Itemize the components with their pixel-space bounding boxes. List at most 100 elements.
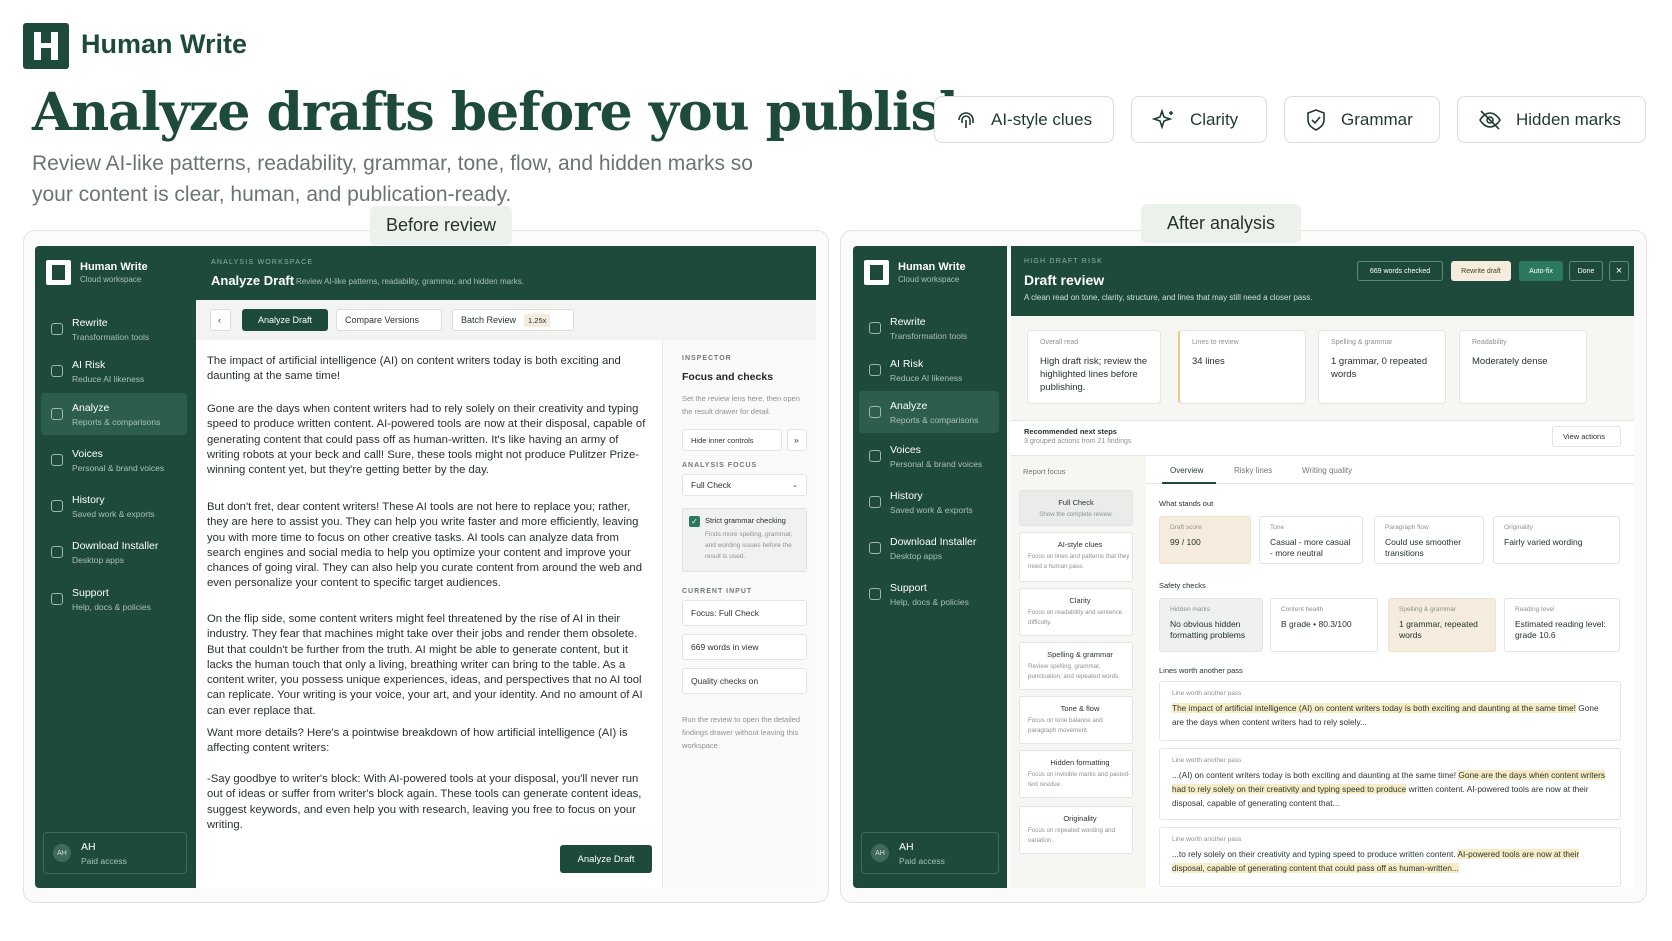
editor[interactable]: The impact of artificial intelligence (A… xyxy=(196,340,663,888)
safety-card: Content health B grade • 80.3/100 xyxy=(1270,598,1378,652)
headline: Analyze drafts before you publish xyxy=(32,82,977,143)
fingerprint-icon xyxy=(958,111,974,128)
stand-value: Could use smoother transitions xyxy=(1385,537,1462,558)
sidebar-item-history[interactable]: History Saved work & exports xyxy=(859,481,999,523)
summary-strip: Overall read High draft risk; review the … xyxy=(1011,316,1634,420)
app-logo xyxy=(864,260,889,285)
words-checked-badge: 669 words checked xyxy=(1357,261,1443,281)
summary-label: Readability xyxy=(1472,339,1507,346)
inspector-label: INSPECTOR xyxy=(682,355,732,362)
sidebar-item-rewrite[interactable]: Rewrite Transformation tools xyxy=(859,307,999,349)
tab-writing-quality[interactable]: Writing quality xyxy=(1302,466,1352,475)
safety-label: Hidden marks xyxy=(1170,606,1211,613)
after-tag: After analysis xyxy=(1141,204,1301,243)
nav-label: Voices xyxy=(72,447,103,460)
page-title: Draft review xyxy=(1024,272,1105,288)
back-button[interactable]: ‹ xyxy=(210,309,231,331)
nav-label: Analyze xyxy=(72,401,110,414)
page-title: Analyze Draft xyxy=(211,273,295,288)
pill-clarity[interactable]: Clarity xyxy=(1131,96,1267,143)
tab-risky-lines[interactable]: Risky lines xyxy=(1234,466,1272,475)
current-quality: Quality checks on xyxy=(682,668,807,694)
nav-label: Rewrite xyxy=(890,315,926,328)
tab-compare-versions[interactable]: Compare Versions xyxy=(336,309,442,331)
focus-select[interactable]: Full Check ⌄ xyxy=(682,474,807,496)
hide-controls-button[interactable]: Hide inner controls xyxy=(682,429,782,451)
sidebar-item-download[interactable]: Download Installer Desktop apps xyxy=(41,531,187,573)
sidebar-item-ai-risk[interactable]: AI Risk Reduce AI likeness xyxy=(41,350,187,392)
strict-grammar-option[interactable]: ✓ Strict grammar checking Finds more spe… xyxy=(682,508,807,572)
sidebar-item-download[interactable]: Download Installer Desktop apps xyxy=(859,527,999,569)
editor-paragraph: The impact of artificial intelligence (A… xyxy=(207,355,621,383)
nav-label: Support xyxy=(890,581,927,594)
rewrite-draft-button[interactable]: Rewrite draft xyxy=(1451,261,1511,281)
focus-ai-style[interactable]: AI-style clues Focus on lines and pattern… xyxy=(1019,532,1133,582)
auto-fix-button[interactable]: Auto-fix xyxy=(1519,261,1563,281)
account-box[interactable]: AH AH Paid access xyxy=(861,832,999,874)
sidebar-item-analyze[interactable]: Analyze Reports & comparisons xyxy=(41,393,187,435)
safety-value: No obvious hidden formatting problems xyxy=(1170,619,1246,640)
avatar: AH xyxy=(53,844,71,862)
focus-desc: Focus on tone balance and paragraph move… xyxy=(1028,717,1103,734)
sidebar-item-support[interactable]: Support Help, docs & policies xyxy=(859,573,999,615)
focus-spelling[interactable]: Spelling & grammar Review spelling, gramm… xyxy=(1019,642,1133,690)
tab-overview[interactable]: Overview xyxy=(1170,466,1203,475)
sidebar-item-analyze[interactable]: Analyze Reports & comparisons xyxy=(859,391,999,433)
nav-label: AI Risk xyxy=(890,357,924,370)
view-actions-button[interactable]: View actions xyxy=(1552,426,1621,447)
avatar: AH xyxy=(871,844,889,862)
focus-title: AI-style clues xyxy=(1057,540,1103,549)
pill-hidden-marks[interactable]: Hidden marks xyxy=(1457,96,1646,143)
checkbox-checked[interactable]: ✓ xyxy=(689,516,700,527)
line-prefix: ...to rely solely on their creativity an… xyxy=(1172,849,1458,859)
current-focus: Focus: Full Check xyxy=(682,600,807,626)
tab-batch-review[interactable]: Batch Review 1.25x xyxy=(452,309,574,331)
nav-sub: Saved work & exports xyxy=(890,504,973,515)
pill-label: AI-style clues xyxy=(991,109,1093,129)
risky-line[interactable]: Line worth another pass The impact of art… xyxy=(1159,681,1621,741)
sidebar-item-rewrite[interactable]: Rewrite Transformation tools xyxy=(41,308,187,350)
summary-label: Overall read xyxy=(1040,339,1079,346)
nav-sub: Reports & comparisons xyxy=(890,414,979,425)
risky-line[interactable]: Line worth another pass ...to rely solely… xyxy=(1159,827,1621,887)
focus-clarity[interactable]: Clarity Focus on readability and sentence… xyxy=(1019,588,1133,636)
focus-full-check[interactable]: Full Check Show the complete review. xyxy=(1019,490,1133,526)
inspector-desc: Set the review lens here, then open the … xyxy=(682,394,800,416)
active-tab-indicator xyxy=(1162,482,1216,484)
help-icon xyxy=(869,588,881,600)
pill-ai-style-clues[interactable]: AI-style clues xyxy=(934,96,1114,143)
sidebar-item-voices[interactable]: Voices Personal & brand voices xyxy=(41,439,187,481)
microphone-icon xyxy=(51,454,63,466)
analyze-draft-button[interactable]: Analyze Draft xyxy=(560,845,652,873)
tab-label: Analyze Draft xyxy=(257,315,313,325)
expand-button[interactable]: » xyxy=(787,429,807,451)
shield-icon xyxy=(51,365,63,377)
focus-title: Full Check xyxy=(1058,498,1094,507)
stand-value: Casual - more casual - more neutral xyxy=(1270,537,1351,558)
sidebar-item-ai-risk[interactable]: AI Risk Reduce AI likeness xyxy=(859,349,999,391)
focus-originality[interactable]: Originality Focus on repeated wording and… xyxy=(1019,806,1133,854)
sidebar: Human Write Cloud workspace Rewrite Transf… xyxy=(35,246,196,888)
risky-line[interactable]: Line worth another pass ...(AI) on conten… xyxy=(1159,748,1621,820)
subtitle: Review AI-like patterns, readability, gr… xyxy=(32,152,753,206)
summary-card: Spelling & grammar 1 grammar, 0 repeated … xyxy=(1318,330,1446,404)
focus-title: Tone & flow xyxy=(1060,704,1100,713)
focus-tone-flow[interactable]: Tone & flow Focus on tone balance and par… xyxy=(1019,696,1133,744)
line-text: ...(AI) on content writers today is both… xyxy=(1172,768,1608,810)
tab-analyze-draft[interactable]: Analyze Draft xyxy=(242,309,328,331)
sidebar-item-voices[interactable]: Voices Personal & brand voices xyxy=(859,435,999,477)
user-name: AH xyxy=(899,840,914,853)
account-box[interactable]: AH AH Paid access xyxy=(43,832,187,874)
sidebar-item-support[interactable]: Support Help, docs & policies xyxy=(41,578,187,620)
close-icon[interactable]: × xyxy=(1609,261,1629,281)
download-icon xyxy=(869,542,881,554)
nav-sub: Reduce AI likeness xyxy=(890,372,963,383)
safety-title: Safety checks xyxy=(1159,581,1206,590)
focus-hidden-formatting[interactable]: Hidden formatting Focus on invisible mark… xyxy=(1019,750,1133,798)
stand-card: Draft score 99 / 100 xyxy=(1159,516,1251,564)
nav-label: History xyxy=(890,489,923,502)
pill-grammar[interactable]: Grammar xyxy=(1284,96,1440,143)
sidebar-item-history[interactable]: History Saved work & exports xyxy=(41,485,187,527)
done-button[interactable]: Done xyxy=(1569,261,1603,281)
safety-label: Spelling & grammar xyxy=(1399,606,1457,613)
